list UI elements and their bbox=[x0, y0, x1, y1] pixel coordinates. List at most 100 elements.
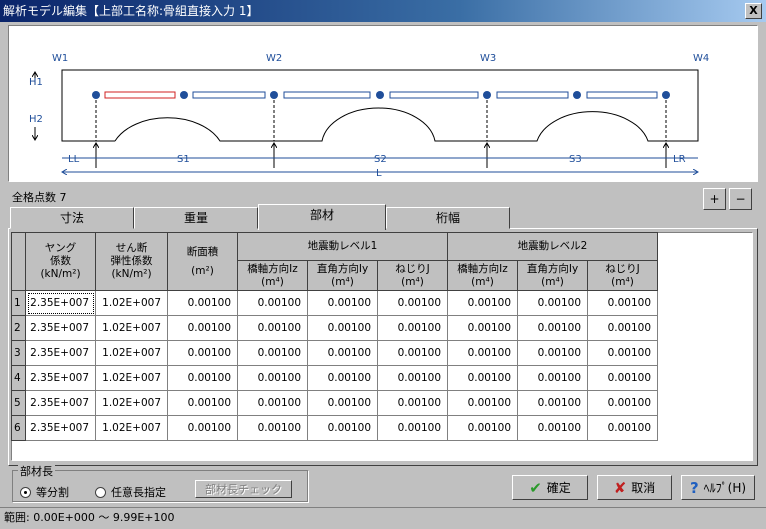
table-cell[interactable]: 0.00100 bbox=[517, 290, 588, 316]
row-header[interactable]: 5 bbox=[11, 390, 26, 416]
header-text: 直角方向Iy bbox=[526, 262, 579, 275]
table-cell[interactable]: 0.00100 bbox=[587, 390, 658, 416]
table-cell[interactable]: 0.00100 bbox=[517, 340, 588, 366]
table-cell[interactable]: 0.00100 bbox=[447, 390, 518, 416]
cancel-button[interactable]: ✘ 取消 bbox=[597, 475, 672, 500]
table-cell[interactable]: 0.00100 bbox=[447, 365, 518, 391]
radio-custom-length[interactable]: 任意長指定 bbox=[95, 484, 166, 500]
table-cell[interactable]: 1.02E+007 bbox=[95, 390, 168, 416]
header-area[interactable]: 断面積 (m²) bbox=[167, 232, 238, 291]
table-cell[interactable]: 0.00100 bbox=[517, 390, 588, 416]
table-cell[interactable]: 0.00100 bbox=[587, 290, 658, 316]
table-cell[interactable]: 0.00100 bbox=[377, 315, 448, 341]
zoom-out-button[interactable]: − bbox=[729, 188, 752, 210]
header-unit: (m⁴) bbox=[541, 275, 564, 288]
table-cell[interactable]: 2.35E+007 bbox=[25, 365, 96, 391]
table-cell[interactable]: 0.00100 bbox=[307, 415, 378, 441]
checkmark-icon: ✔ bbox=[529, 478, 542, 497]
tab-members[interactable]: 部材 bbox=[258, 204, 386, 230]
tab-weight[interactable]: 重量 bbox=[134, 207, 258, 229]
header-unit: (m⁴) bbox=[611, 275, 634, 288]
table-cell[interactable]: 1.02E+007 bbox=[95, 365, 168, 391]
table-cell[interactable]: 0.00100 bbox=[377, 390, 448, 416]
table-cell[interactable]: 0.00100 bbox=[377, 365, 448, 391]
table-cell[interactable]: 0.00100 bbox=[587, 315, 658, 341]
table-cell[interactable]: 2.35E+007 bbox=[25, 290, 96, 316]
table-cell[interactable]: 0.00100 bbox=[167, 365, 238, 391]
table-cell[interactable]: 0.00100 bbox=[307, 315, 378, 341]
member-table[interactable]: ヤング 係数 (kN/m²) せん断 弾性係数 (kN/m²) 断面積 (m²) 地震動レ… bbox=[11, 232, 658, 441]
x-icon: ✘ bbox=[613, 478, 627, 497]
header-level2: 地震動レベル2 bbox=[447, 232, 658, 261]
close-button[interactable]: X bbox=[745, 3, 762, 19]
table-cell[interactable]: 0.00100 bbox=[447, 415, 518, 441]
model-diagram[interactable] bbox=[8, 25, 758, 182]
table-cell[interactable]: 0.00100 bbox=[377, 340, 448, 366]
header-shear[interactable]: せん断 弾性係数 (kN/m²) bbox=[95, 232, 168, 291]
table-cell[interactable]: 0.00100 bbox=[447, 290, 518, 316]
table-cell[interactable]: 0.00100 bbox=[517, 415, 588, 441]
table-cell[interactable]: 0.00100 bbox=[377, 415, 448, 441]
table-cell[interactable]: 0.00100 bbox=[447, 315, 518, 341]
table-cell[interactable]: 0.00100 bbox=[447, 340, 518, 366]
table-cell[interactable]: 2.35E+007 bbox=[25, 390, 96, 416]
header-text: せん断 bbox=[115, 242, 148, 254]
table-cell[interactable]: 1.02E+007 bbox=[95, 415, 168, 441]
subheader[interactable]: ねじりJ (m⁴) bbox=[587, 260, 658, 291]
table-cell[interactable]: 0.00100 bbox=[517, 315, 588, 341]
header-text: ねじりJ bbox=[395, 262, 430, 275]
table-cell[interactable]: 0.00100 bbox=[587, 340, 658, 366]
table-cell[interactable]: 2.35E+007 bbox=[25, 340, 96, 366]
table-cell[interactable]: 0.00100 bbox=[237, 340, 308, 366]
member-length-label: 部材長 bbox=[18, 463, 55, 479]
header-text: 橋軸方向Iz bbox=[247, 262, 298, 275]
table-cell[interactable]: 0.00100 bbox=[377, 290, 448, 316]
table-cell[interactable]: 0.00100 bbox=[237, 290, 308, 316]
tab-girder-width[interactable]: 桁幅 bbox=[386, 207, 510, 229]
radio-equal-division[interactable]: 等分割 bbox=[20, 484, 69, 500]
subheader[interactable]: 直角方向Iy (m⁴) bbox=[307, 260, 378, 291]
table-cell[interactable]: 0.00100 bbox=[167, 415, 238, 441]
table-cell[interactable]: 2.35E+007 bbox=[25, 315, 96, 341]
row-header[interactable]: 2 bbox=[11, 315, 26, 341]
table-cell[interactable]: 0.00100 bbox=[237, 315, 308, 341]
table-cell[interactable]: 0.00100 bbox=[167, 390, 238, 416]
subheader[interactable]: 橋軸方向Iz (m⁴) bbox=[447, 260, 518, 291]
member-length-check-button[interactable]: 部材長チェック bbox=[195, 480, 292, 498]
table-cell[interactable]: 1.02E+007 bbox=[95, 290, 168, 316]
subheader[interactable]: 橋軸方向Iz (m⁴) bbox=[237, 260, 308, 291]
header-unit: (kN/m²) bbox=[40, 268, 81, 280]
table-cell[interactable]: 0.00100 bbox=[237, 365, 308, 391]
header-unit: (m⁴) bbox=[471, 275, 494, 288]
row-header[interactable]: 6 bbox=[11, 415, 26, 441]
subheader[interactable]: ねじりJ (m⁴) bbox=[377, 260, 448, 291]
table-cell[interactable]: 0.00100 bbox=[237, 390, 308, 416]
table-cell[interactable]: 0.00100 bbox=[307, 365, 378, 391]
table-cell[interactable]: 0.00100 bbox=[307, 340, 378, 366]
table-cell[interactable]: 0.00100 bbox=[167, 290, 238, 316]
table-cell[interactable]: 1.02E+007 bbox=[95, 340, 168, 366]
table-cell[interactable]: 0.00100 bbox=[167, 315, 238, 341]
range-text: 範囲: 0.00E+000 ～ 9.99E+100 bbox=[4, 511, 175, 524]
zoom-in-button[interactable]: + bbox=[703, 188, 726, 210]
ok-button[interactable]: ✔ 確定 bbox=[512, 475, 588, 500]
table-cell[interactable]: 0.00100 bbox=[587, 415, 658, 441]
table-cell[interactable]: 0.00100 bbox=[307, 290, 378, 316]
row-header[interactable]: 3 bbox=[11, 340, 26, 366]
table-row: 6 2.35E+007 1.02E+007 0.00100 0.00100 0.00100… bbox=[11, 415, 658, 441]
table-cell[interactable]: 0.00100 bbox=[237, 415, 308, 441]
header-young[interactable]: ヤング 係数 (kN/m²) bbox=[25, 232, 96, 291]
table-cell[interactable]: 0.00100 bbox=[587, 365, 658, 391]
header-unit: (m²) bbox=[191, 264, 214, 277]
row-header[interactable]: 4 bbox=[11, 365, 26, 391]
table-cell[interactable]: 2.35E+007 bbox=[25, 415, 96, 441]
table-cell[interactable]: 1.02E+007 bbox=[95, 315, 168, 341]
table-cell[interactable]: 0.00100 bbox=[307, 390, 378, 416]
row-header[interactable]: 1 bbox=[11, 290, 26, 316]
table-cell[interactable]: 0.00100 bbox=[167, 340, 238, 366]
help-button[interactable]: ? ﾍﾙﾌﾟ(H) bbox=[681, 475, 755, 500]
tab-dimensions[interactable]: 寸法 bbox=[10, 207, 134, 229]
header-unit: (m⁴) bbox=[401, 275, 424, 288]
table-cell[interactable]: 0.00100 bbox=[517, 365, 588, 391]
subheader[interactable]: 直角方向Iy (m⁴) bbox=[517, 260, 588, 291]
